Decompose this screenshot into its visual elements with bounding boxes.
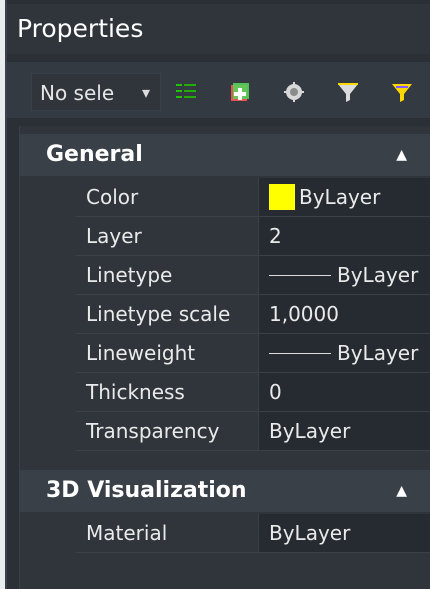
section-general-title: General	[46, 142, 143, 167]
section-3d-visualization[interactable]: 3D Visualization ▲	[20, 470, 430, 512]
property-label: Linetype	[76, 256, 259, 294]
linetype-value-text: ByLayer	[337, 262, 419, 287]
property-row-color[interactable]: Color ByLayer	[76, 178, 430, 217]
properties-toolbar: No sele ▾	[7, 62, 430, 118]
linetype-sample-icon	[269, 274, 331, 276]
property-value[interactable]: 2	[259, 217, 430, 255]
property-row-material[interactable]: Material ByLayer	[76, 514, 430, 553]
properties-grid: General ▲ Color ByLayer Layer 2 Linetype…	[19, 126, 430, 589]
property-label: Material	[76, 514, 259, 552]
collapse-caret-icon[interactable]: ▲	[396, 470, 407, 512]
add-to-selection-icon[interactable]	[219, 72, 261, 112]
property-value[interactable]: 1,0000	[259, 295, 430, 333]
selection-dropdown-value: No sele	[40, 81, 115, 105]
select-objects-icon[interactable]	[165, 72, 207, 112]
section-general[interactable]: General ▲	[20, 134, 430, 176]
property-value[interactable]: ByLayer	[259, 412, 430, 450]
property-value[interactable]: ByLayer	[259, 334, 430, 372]
property-label: Transparency	[76, 412, 259, 450]
quick-select-icon[interactable]	[273, 72, 315, 112]
property-label: Thickness	[76, 373, 259, 411]
property-value[interactable]: ByLayer	[259, 514, 430, 552]
properties-panel: Properties No sele ▾ General ▲ Color ByL…	[5, 0, 430, 589]
property-value[interactable]: ByLayer	[259, 178, 430, 216]
filter-settings-icon[interactable]	[381, 72, 423, 112]
section-3d-visualization-title: 3D Visualization	[46, 478, 247, 503]
toolbar-icon-group	[165, 72, 423, 112]
color-swatch	[269, 184, 295, 210]
property-row-linetype[interactable]: Linetype ByLayer	[76, 256, 430, 295]
selection-dropdown[interactable]: No sele ▾	[31, 73, 161, 111]
property-label: Layer	[76, 217, 259, 255]
color-value-text: ByLayer	[299, 184, 381, 209]
panel-title: Properties	[7, 4, 430, 54]
property-row-lineweight[interactable]: Lineweight ByLayer	[76, 334, 430, 373]
property-row-thickness[interactable]: Thickness 0	[76, 373, 430, 412]
filter-icon[interactable]	[327, 72, 369, 112]
property-value[interactable]: 0	[259, 373, 430, 411]
property-label: Linetype scale	[76, 295, 259, 333]
property-label: Color	[76, 178, 259, 216]
property-row-linetype-scale[interactable]: Linetype scale 1,0000	[76, 295, 430, 334]
property-value[interactable]: ByLayer	[259, 256, 430, 294]
collapse-caret-icon[interactable]: ▲	[396, 134, 407, 176]
property-label: Lineweight	[76, 334, 259, 372]
lineweight-sample-icon	[269, 352, 331, 354]
property-row-layer[interactable]: Layer 2	[76, 217, 430, 256]
property-row-transparency[interactable]: Transparency ByLayer	[76, 412, 430, 451]
lineweight-value-text: ByLayer	[337, 340, 419, 365]
chevron-down-icon: ▾	[141, 83, 150, 102]
